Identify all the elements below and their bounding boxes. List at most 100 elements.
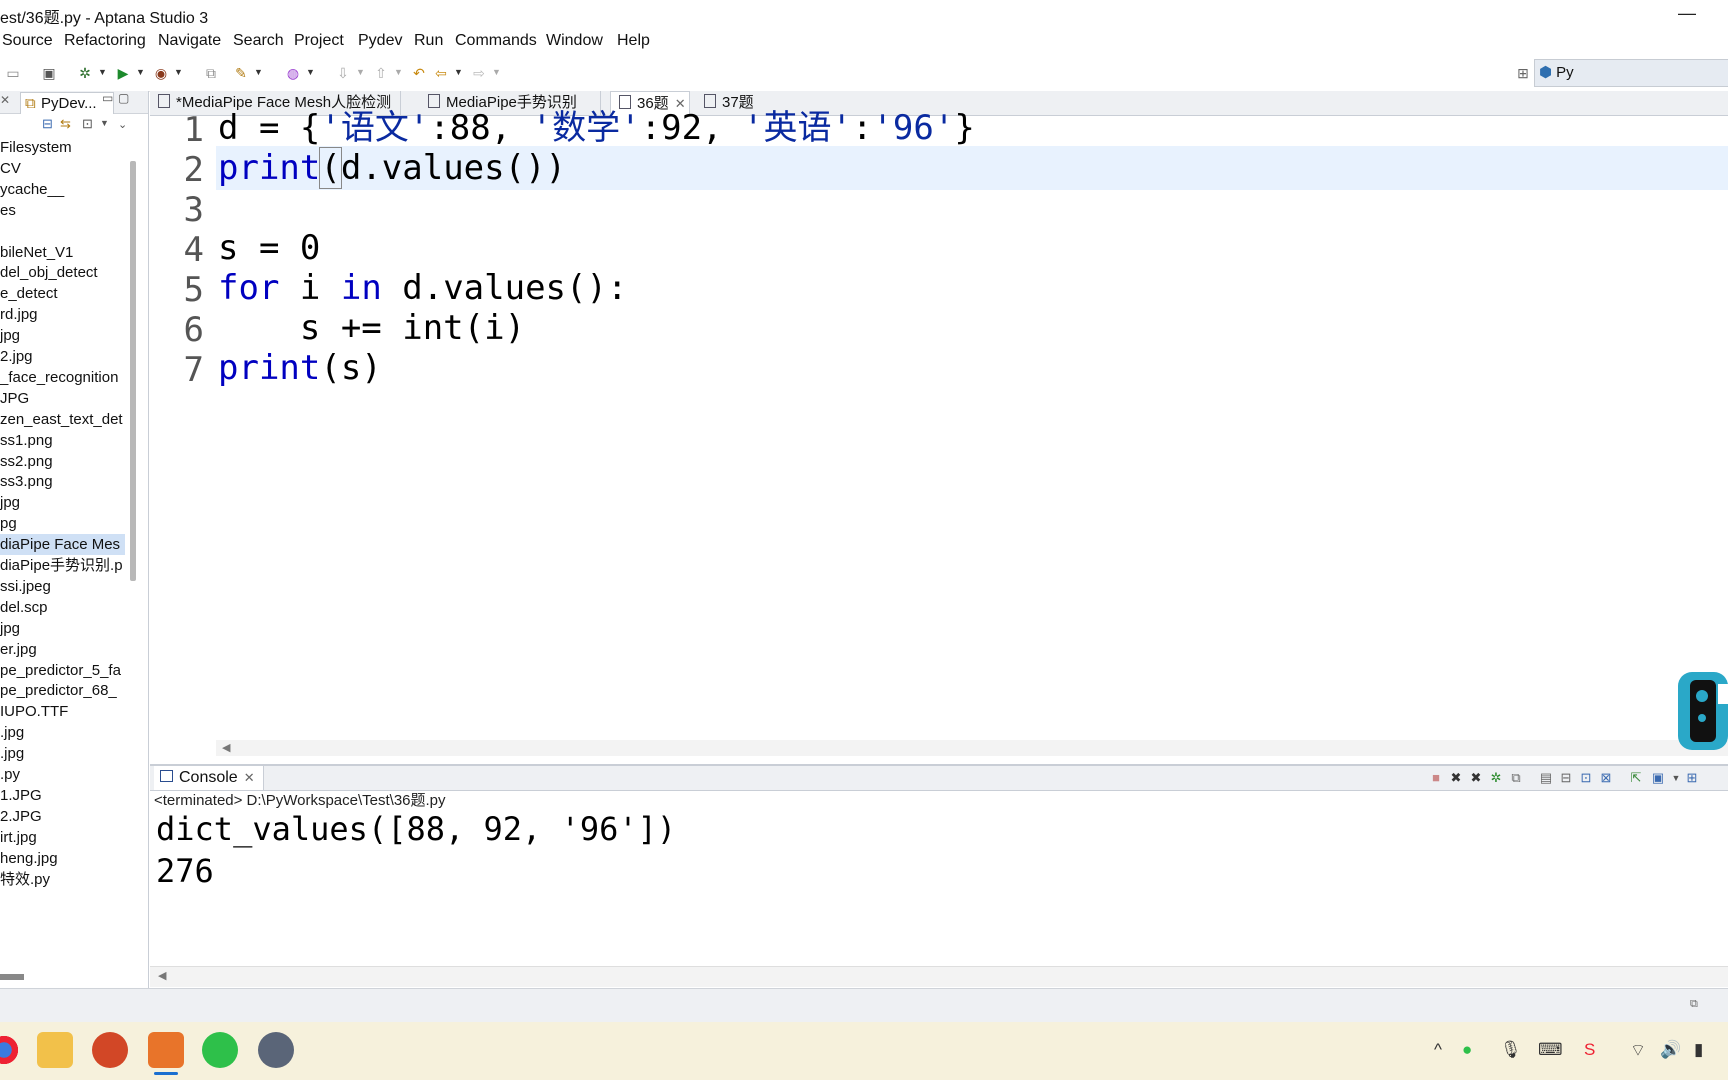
menu-refactoring[interactable]: Refactoring xyxy=(64,32,146,50)
link-with-editor-icon[interactable]: ⇆ xyxy=(60,116,71,132)
tree-item[interactable]: .py xyxy=(0,764,125,785)
input-method-icon[interactable]: ⌨ xyxy=(1538,1040,1563,1060)
menu-help[interactable]: Help xyxy=(617,32,650,50)
maximize-view-icon[interactable]: ▢ xyxy=(118,91,129,105)
tree-item[interactable]: ss1.png xyxy=(0,430,125,451)
perspective-pydev[interactable]: ⬢ Py xyxy=(1534,59,1728,87)
prev-annotation-dropdown-icon[interactable]: ▼ xyxy=(394,67,403,77)
edit-icon[interactable]: ✎ xyxy=(232,64,250,82)
tree-scrollbar[interactable] xyxy=(130,161,136,581)
collapse-all-icon[interactable]: ⊟ xyxy=(42,116,53,132)
forward-icon[interactable]: ⇨ xyxy=(470,64,488,82)
tree-item[interactable]: bileNet_V1 xyxy=(0,242,125,263)
restore-icon[interactable]: ⧉ xyxy=(1690,998,1698,1011)
copy-icon[interactable]: ⧉ xyxy=(1508,770,1524,786)
clear-console-icon[interactable]: ▤ xyxy=(1538,770,1554,786)
scroll-left-icon[interactable]: ◀ xyxy=(158,969,166,982)
minimize-view-icon[interactable]: ▭ xyxy=(102,91,113,105)
prev-annotation-icon[interactable]: ⇧ xyxy=(372,64,390,82)
tree-item[interactable]: diaPipe手势识别.p xyxy=(0,555,125,576)
save-icon[interactable]: ▭ xyxy=(4,64,22,82)
debug-icon[interactable]: ✲ xyxy=(76,64,94,82)
display-console-dropdown-icon[interactable]: ▼ xyxy=(1668,770,1684,786)
external-tools-icon[interactable]: ◉ xyxy=(152,64,170,82)
next-annotation-icon[interactable]: ⇩ xyxy=(334,64,352,82)
open-type-icon[interactable]: ⧉ xyxy=(202,64,220,82)
terminate-icon[interactable]: ■ xyxy=(1428,770,1444,786)
run-icon[interactable]: ▶ xyxy=(114,64,132,82)
tree-item[interactable] xyxy=(0,221,125,242)
wechat-tray-icon[interactable]: ● xyxy=(1462,1040,1472,1060)
tree-item[interactable]: pe_predictor_5_fa xyxy=(0,660,125,681)
scroll-left-icon[interactable]: ◀ xyxy=(222,741,230,754)
tree-item[interactable]: CV xyxy=(0,158,125,179)
tree-item[interactable]: heng.jpg xyxy=(0,848,125,869)
menu-window[interactable]: Window xyxy=(546,32,603,50)
pin-console-icon[interactable]: ⇱ xyxy=(1628,770,1644,786)
tree-item[interactable]: 特效.py xyxy=(0,869,125,890)
code-editor[interactable]: 1 2 3 4 5 6 7 d = {'语文':88, '数学':92, '英语… xyxy=(150,108,1728,756)
tree-item[interactable]: rd.jpg xyxy=(0,304,125,325)
tree-item[interactable]: jpg xyxy=(0,492,125,513)
menu-search[interactable]: Search xyxy=(233,32,284,50)
chevron-up-icon[interactable]: ^ xyxy=(1434,1040,1442,1060)
new-project-icon[interactable]: ▣ xyxy=(40,64,58,82)
tree-item[interactable]: JPG xyxy=(0,388,125,409)
remove-all-launches-icon[interactable]: ✖ xyxy=(1468,770,1484,786)
tree-item[interactable]: jpg xyxy=(0,618,125,639)
menu-commands[interactable]: Commands xyxy=(455,32,537,50)
volume-icon[interactable]: 🔊 xyxy=(1660,1040,1681,1060)
color-picker-icon[interactable]: ◍ xyxy=(284,64,302,82)
next-annotation-dropdown-icon[interactable]: ▼ xyxy=(356,67,365,77)
powerpoint-icon[interactable] xyxy=(92,1032,128,1068)
back-dropdown-icon[interactable]: ▼ xyxy=(454,67,463,77)
display-console-icon[interactable]: ▣ xyxy=(1650,770,1666,786)
tree-item[interactable]: 1.JPG xyxy=(0,785,125,806)
back-icon[interactable]: ⇦ xyxy=(432,64,450,82)
tree-item[interactable]: e_detect xyxy=(0,283,125,304)
remove-launch-icon[interactable]: ✖ xyxy=(1448,770,1464,786)
tab-pydev-package-explorer[interactable]: ⧉ PyDev... xyxy=(20,92,114,114)
tree-item[interactable]: 2.JPG xyxy=(0,806,125,827)
sogou-icon[interactable]: S xyxy=(1584,1040,1595,1060)
color-dropdown-icon[interactable]: ▼ xyxy=(306,67,315,77)
aptana-icon[interactable] xyxy=(148,1032,184,1068)
menu-pydev[interactable]: Pydev xyxy=(358,32,402,50)
console-horizontal-scrollbar[interactable]: ◀ xyxy=(150,966,1728,987)
scroll-lock-icon[interactable]: ⊟ xyxy=(1558,770,1574,786)
chevron-down-icon[interactable]: ⌄ xyxy=(118,118,127,131)
microphone-icon[interactable]: 🎙 xyxy=(1500,1040,1522,1060)
tree-item[interactable]: del_obj_detect xyxy=(0,262,125,283)
open-perspective-icon[interactable]: ⊞ xyxy=(1514,64,1532,82)
edit-dropdown-icon[interactable]: ▼ xyxy=(254,67,263,77)
show-on-stdout-icon[interactable]: ⊡ xyxy=(1578,770,1594,786)
file-explorer-icon[interactable] xyxy=(37,1032,73,1068)
tree-item[interactable]: ss3.png xyxy=(0,471,125,492)
wifi-icon[interactable]: ⌔ xyxy=(1630,1040,1646,1061)
menu-project[interactable]: Project xyxy=(294,32,344,50)
tab-console[interactable]: Console ✕ xyxy=(154,766,264,790)
debug-dropdown-icon[interactable]: ▼ xyxy=(98,67,107,77)
tree-item[interactable]: pe_predictor_68_ xyxy=(0,680,125,701)
menu-run[interactable]: Run xyxy=(414,32,443,50)
tree-item[interactable]: diaPipe Face Mes xyxy=(0,534,125,556)
console-settings-icon[interactable]: ✲ xyxy=(1488,770,1504,786)
code-area[interactable]: d = {'语文':88, '数学':92, '英语':'96'} print(… xyxy=(216,108,1728,740)
minimize-button[interactable]: — xyxy=(1672,0,1702,28)
tree-item[interactable]: zen_east_text_det xyxy=(0,409,125,430)
menu-source[interactable]: Source xyxy=(2,32,53,50)
view-menu-dropdown-icon[interactable]: ▼ xyxy=(100,118,109,128)
menu-navigate[interactable]: Navigate xyxy=(158,32,221,50)
tree-item[interactable]: Filesystem xyxy=(0,137,125,158)
show-on-stderr-icon[interactable]: ⊠ xyxy=(1598,770,1614,786)
close-console-icon[interactable]: ✕ xyxy=(244,770,255,785)
chrome-icon[interactable] xyxy=(0,1032,22,1068)
tree-item[interactable]: pg xyxy=(0,513,125,534)
open-console-icon[interactable]: ⊞ xyxy=(1684,770,1700,786)
tree-item[interactable]: ssi.jpeg xyxy=(0,576,125,597)
forward-dropdown-icon[interactable]: ▼ xyxy=(492,67,501,77)
tree-item[interactable]: .jpg xyxy=(0,722,125,743)
tree-item[interactable]: del.scp xyxy=(0,597,125,618)
tree-item[interactable]: .jpg xyxy=(0,743,125,764)
battery-icon[interactable]: ▮ xyxy=(1694,1040,1703,1060)
